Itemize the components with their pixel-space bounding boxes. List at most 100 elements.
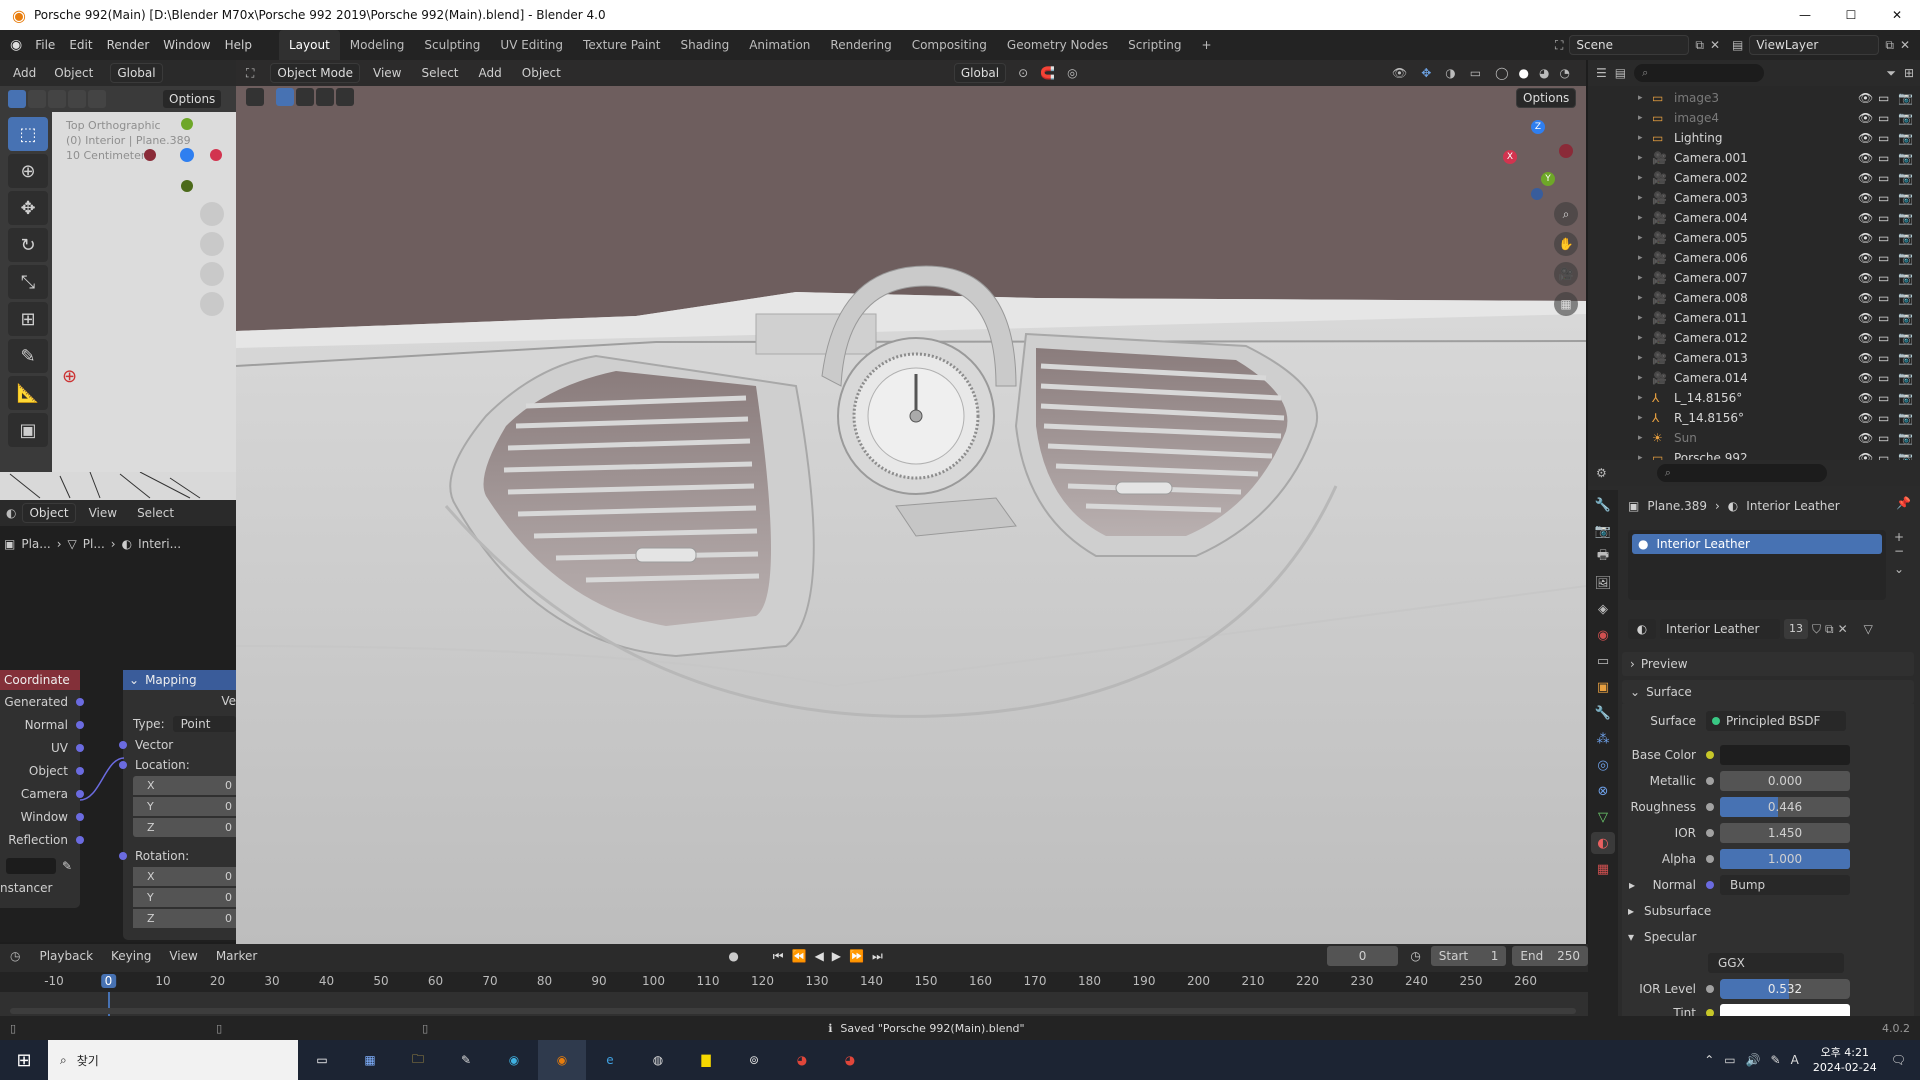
visibility-eye-icon[interactable]: 👁 (1858, 108, 1873, 128)
render-disable-icon[interactable]: 📷 (1898, 88, 1913, 108)
constraints-tab-icon[interactable]: ⊗ (1591, 780, 1615, 802)
link-mode-icon[interactable]: ▽ (1864, 622, 1873, 636)
viewlayer-icon[interactable]: ▤ (1732, 38, 1743, 52)
outliner-row[interactable]: ▸ ▭ image3 👁 ▭ 📷 (1588, 88, 1920, 108)
preview-range-clock-icon[interactable]: ◷ (1410, 949, 1420, 963)
close-button[interactable]: ✕ (1874, 8, 1920, 22)
delete-scene-icon[interactable]: ✕ (1710, 38, 1720, 52)
collapse-chevron-icon[interactable]: ⌄ (129, 673, 139, 687)
viewport-disable-icon[interactable]: ▭ (1878, 248, 1889, 268)
surface-shader-field[interactable]: Principled BSDF (1706, 711, 1846, 731)
visibility-eye-icon[interactable]: 👁 (1858, 168, 1873, 188)
physics-tab-icon[interactable]: ◎ (1591, 754, 1615, 776)
render-disable-icon[interactable]: 📷 (1898, 208, 1913, 228)
visibility-eye-icon[interactable]: 👁 (1858, 128, 1873, 148)
viewport-disable-icon[interactable]: ▭ (1878, 88, 1889, 108)
outliner-row[interactable]: ▸ 🎥 Camera.004 👁 ▭ 📷 (1588, 208, 1920, 228)
tray-chevron-icon[interactable]: ⌃ (1704, 1053, 1714, 1067)
chrome-profile-app-icon[interactable]: ◕ (826, 1053, 874, 1067)
property-field[interactable]: 1.450 (1720, 823, 1850, 843)
outliner-row[interactable]: ▸ 🎥 Camera.011 👁 ▭ 📷 (1588, 308, 1920, 328)
autokey-record-icon[interactable]: ● (728, 949, 738, 963)
gizmo-toggle-icon[interactable]: ✥ (1421, 66, 1431, 80)
visibility-eye-icon[interactable]: 👁 (1858, 368, 1873, 388)
outliner-row[interactable]: ▸ 🎥 Camera.014 👁 ▭ 📷 (1588, 368, 1920, 388)
outliner-display-mode-icon[interactable]: ▤ (1615, 66, 1626, 80)
viewport-disable-icon[interactable]: ▭ (1878, 108, 1889, 128)
viewport-view-menu[interactable]: View (366, 63, 408, 83)
maximize-button[interactable]: ☐ (1828, 8, 1874, 22)
viewport-disable-icon[interactable]: ▭ (1878, 148, 1889, 168)
data-tab-icon[interactable]: ▽ (1591, 806, 1615, 828)
outliner-row[interactable]: ▸ 🎥 Camera.013 👁 ▭ 📷 (1588, 348, 1920, 368)
ior-level-field[interactable]: 0.532 (1720, 979, 1850, 999)
tab-layout[interactable]: Layout (278, 30, 340, 60)
loc-y-field[interactable]: Y0 (133, 797, 236, 816)
select-extend-icon[interactable] (28, 90, 46, 108)
viewport-disable-icon[interactable]: ▭ (1878, 308, 1889, 328)
expand-arrow-icon[interactable]: ▸ (1638, 108, 1643, 128)
expand-arrow-icon[interactable]: ▸ (1638, 228, 1643, 248)
normal-value-field[interactable]: Bump (1720, 875, 1850, 895)
viewport-add-menu[interactable]: Add (472, 63, 509, 83)
material-name-field[interactable]: Interior Leather (1660, 619, 1780, 639)
loc-x-field[interactable]: X0 (133, 776, 236, 795)
outliner-row[interactable]: ▸ 🎥 Camera.001 👁 ▭ 📷 (1588, 148, 1920, 168)
viewport-editor-type-icon[interactable]: ⛶ (246, 66, 254, 81)
expand-arrow-icon[interactable]: ▸ (1638, 288, 1643, 308)
tray-volume-icon[interactable]: 🔊 (1746, 1053, 1761, 1067)
outliner-row[interactable]: ▸ 🎥 Camera.008 👁 ▭ 📷 (1588, 288, 1920, 308)
eyedropper-icon[interactable]: ✎ (62, 859, 72, 873)
solid-shading-icon[interactable]: ● (1519, 66, 1529, 80)
outliner-search-field[interactable]: ⌕ (1634, 64, 1765, 82)
vp-zoom-icon[interactable]: ⌕ (1554, 202, 1578, 226)
subsurface-subpanel[interactable]: ▸ Subsurface (1622, 898, 1914, 924)
visibility-eye-icon[interactable]: 👁 (1858, 88, 1873, 108)
viewport-disable-icon[interactable]: ▭ (1878, 408, 1889, 428)
viewport-select-menu[interactable]: Select (414, 63, 465, 83)
rot-z-field[interactable]: Z0 (133, 909, 236, 928)
link-app-icon[interactable]: ⊚ (730, 1053, 778, 1067)
scale-tool-icon[interactable]: ⤡ (8, 265, 48, 299)
expand-arrow-icon[interactable]: ▸ (1638, 308, 1643, 328)
taskbar-clock[interactable]: 오후 4:21 2024-02-24 (1813, 1045, 1877, 1075)
tab-modeling[interactable]: Modeling (340, 30, 415, 60)
render-disable-icon[interactable]: 📷 (1898, 108, 1913, 128)
add-slot-icon[interactable]: + (1894, 530, 1914, 544)
scene-icon[interactable]: ⛶ (1555, 38, 1563, 53)
left-options-dropdown[interactable]: Options (162, 89, 223, 109)
tab-scripting[interactable]: Scripting (1118, 30, 1191, 60)
viewport-disable-icon[interactable]: ▭ (1878, 348, 1889, 368)
viewport-disable-icon[interactable]: ▭ (1878, 388, 1889, 408)
rotate-tool-icon[interactable]: ↻ (8, 228, 48, 262)
left-object-menu[interactable]: Object (47, 63, 100, 83)
proportional-edit-icon[interactable]: ◎ (1067, 66, 1077, 80)
material-browse-icon[interactable]: ◐ (1628, 619, 1656, 639)
menu-file[interactable]: File (28, 35, 62, 55)
material-slot-item[interactable]: ● Interior Leather (1632, 534, 1882, 554)
texture-tab-icon[interactable]: ▦ (1591, 858, 1615, 880)
overlay-icon[interactable]: ◑ (1445, 66, 1455, 80)
distribution-dropdown[interactable]: GGX (1708, 953, 1844, 973)
blender-app-icon[interactable]: ◉ (538, 1040, 586, 1080)
unlink-material-icon[interactable]: ✕ (1838, 622, 1848, 636)
output-socket[interactable] (76, 697, 84, 706)
edge-app-icon[interactable]: ◉ (490, 1053, 538, 1067)
menu-edit[interactable]: Edit (62, 35, 99, 55)
outliner-row[interactable]: ▸ 🎥 Camera.003 👁 ▭ 📷 (1588, 188, 1920, 208)
node-object-dropdown[interactable]: Object (22, 503, 76, 523)
expand-arrow-icon[interactable]: ▸ (1638, 128, 1643, 148)
visibility-eye-icon[interactable]: 👁 (1858, 188, 1873, 208)
render-disable-icon[interactable]: 📷 (1898, 428, 1913, 448)
node-select-menu[interactable]: Select (130, 503, 181, 523)
jump-prev-key-icon[interactable]: ⏪ (792, 949, 807, 963)
keying-menu[interactable]: Keying (104, 946, 158, 966)
timeline-editor-icon[interactable]: ◷ (10, 949, 20, 963)
specular-subpanel[interactable]: ▾ Specular (1622, 924, 1914, 950)
property-field[interactable]: 1.000 (1720, 849, 1850, 869)
tab-uv-editing[interactable]: UV Editing (490, 30, 573, 60)
transform-orientation-dropdown[interactable]: Global (953, 63, 1007, 83)
expand-arrow-icon[interactable]: ▸ (1638, 268, 1643, 288)
internet-explorer-app-icon[interactable]: e (586, 1053, 634, 1067)
modifier-tab-icon[interactable]: 🔧 (1591, 702, 1615, 724)
